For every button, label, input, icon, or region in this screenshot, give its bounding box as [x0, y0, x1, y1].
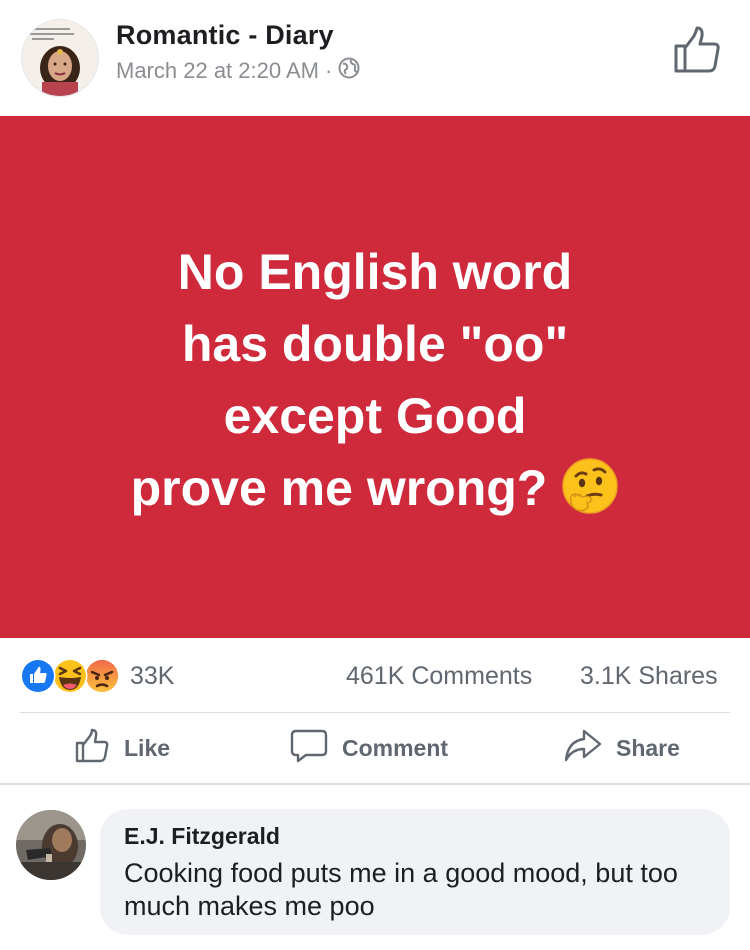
thinking-face-icon — [561, 457, 619, 534]
post-timestamp[interactable]: March 22 at 2:20 AM — [116, 58, 319, 84]
meta-separator: · — [325, 58, 333, 83]
post-text-line: No English word — [177, 244, 573, 300]
comments-count[interactable]: 461K Comments — [346, 662, 532, 691]
share-arrow-icon — [564, 728, 602, 769]
share-label: Share — [616, 734, 680, 761]
comment-button[interactable]: Comment — [290, 713, 448, 783]
thumbs-up-icon — [670, 24, 722, 81]
post-header: Romantic - Diary March 22 at 2:20 AM · — [0, 0, 750, 116]
like-button[interactable]: Like — [74, 713, 170, 783]
share-button[interactable]: Share — [564, 713, 680, 783]
comment-author[interactable]: E.J. Fitzgerald — [124, 823, 280, 850]
post-actions: Like Comment Share — [0, 713, 750, 783]
post-text-line-with-emoji: prove me wrong? — [0, 452, 750, 534]
shares-count[interactable]: 3.1K Shares — [580, 662, 718, 691]
commenter-avatar[interactable] — [16, 810, 86, 880]
angry-reaction-icon — [86, 660, 118, 692]
like-label: Like — [124, 734, 171, 761]
page-name[interactable]: Romantic - Diary — [116, 20, 334, 51]
thumbs-up-icon — [74, 728, 110, 769]
post-meta: March 22 at 2:20 AM · — [116, 57, 360, 85]
comment-text: Cooking food puts me in a good mood, but… — [124, 858, 678, 921]
post-text-line: prove me wrong? — [130, 460, 548, 516]
comment-bubble[interactable]: E.J. Fitzgerald Cooking food puts me in … — [100, 809, 730, 935]
comment-bubble-icon — [290, 728, 328, 769]
post-text: No English word has double "oo" except G… — [0, 236, 750, 534]
like-page-button[interactable] — [668, 24, 724, 80]
post-text-line: except Good — [223, 388, 527, 444]
haha-reaction-icon — [52, 658, 88, 694]
page-avatar[interactable] — [22, 20, 98, 96]
globe-icon — [338, 57, 360, 85]
reaction-count[interactable]: 33K — [130, 662, 174, 691]
comment-label: Comment — [342, 734, 449, 761]
like-reaction-icon — [20, 658, 56, 694]
post-text-line: has double "oo" — [181, 316, 569, 372]
reaction-icons[interactable] — [20, 656, 120, 696]
divider — [0, 783, 750, 785]
